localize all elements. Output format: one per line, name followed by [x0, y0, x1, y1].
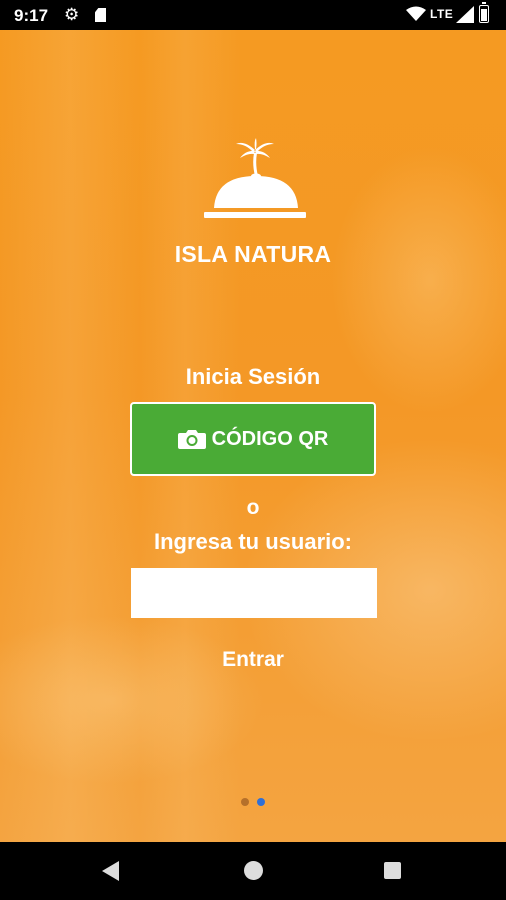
username-input[interactable] [131, 568, 377, 618]
home-icon[interactable] [244, 861, 263, 880]
enter-button[interactable]: Entrar [0, 648, 506, 672]
app-name: ISLA NATURA [174, 241, 332, 267]
cloche-palm-logo [204, 138, 306, 218]
sd-card-icon [95, 8, 106, 22]
signal-icon [456, 6, 474, 23]
network-type: LTE [430, 7, 454, 21]
status-time: 9:17 [14, 6, 49, 25]
page-dot [241, 798, 249, 806]
qr-button-label: CÓDIGO QR [211, 427, 329, 450]
status-bar: 9:17 ⚙ LTE [0, 0, 506, 30]
login-screen: ISLA NATURA Inicia Sesión CÓDIGO QR o In… [0, 30, 506, 842]
wifi-icon [406, 6, 426, 21]
back-icon[interactable] [102, 861, 119, 881]
login-title: Inicia Sesión [185, 364, 321, 389]
page-dot-active [257, 798, 265, 806]
gear-icon: ⚙ [64, 5, 80, 24]
qr-code-button[interactable]: CÓDIGO QR [130, 402, 376, 476]
username-prompt: Ingresa tu usuario: [153, 529, 353, 554]
recents-icon[interactable] [384, 862, 401, 879]
battery-icon [479, 2, 489, 23]
page-indicator [241, 798, 265, 806]
navigation-bar [0, 842, 506, 900]
or-separator: o [246, 496, 260, 519]
camera-icon [177, 430, 206, 449]
